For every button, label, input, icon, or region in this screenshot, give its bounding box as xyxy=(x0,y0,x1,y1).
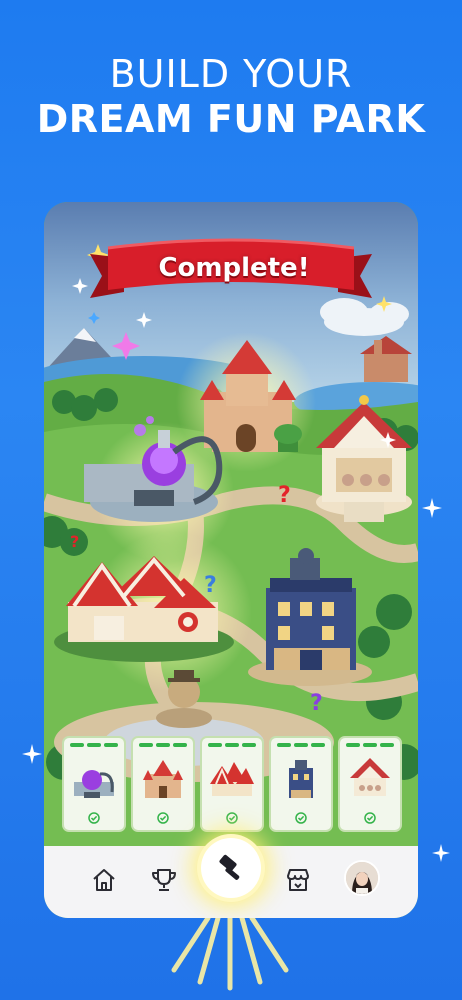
svg-text:?: ? xyxy=(70,532,79,551)
attraction-card-lab[interactable] xyxy=(62,736,126,832)
sparkle-icon xyxy=(422,498,442,518)
phone-screen: ? ? ? ? Complete! xyxy=(44,202,418,918)
build-tab-active[interactable] xyxy=(201,838,261,898)
bottom-nav xyxy=(44,838,418,918)
sparkle-icon xyxy=(22,744,42,764)
complete-banner: Complete! xyxy=(84,242,384,322)
home-icon[interactable] xyxy=(88,864,120,896)
hammer-icon xyxy=(219,854,240,880)
trophy-icon[interactable] xyxy=(148,864,180,896)
glow-rays xyxy=(171,918,289,991)
progress-bars xyxy=(208,743,256,747)
progress-bars xyxy=(346,743,394,747)
sparkle-icon xyxy=(432,844,450,862)
check-icon xyxy=(88,812,100,824)
progress-bars xyxy=(139,743,187,747)
attraction-card-circus[interactable] xyxy=(200,736,264,832)
headline-line-1: BUILD YOUR xyxy=(109,52,353,96)
progress-bars xyxy=(70,743,118,747)
attraction-card-hotel[interactable] xyxy=(269,736,333,832)
check-icon xyxy=(157,812,169,824)
progress-bars xyxy=(277,743,325,747)
svg-text:?: ? xyxy=(278,483,291,508)
check-icon xyxy=(226,812,238,824)
shop-icon[interactable] xyxy=(282,864,314,896)
attraction-tray xyxy=(44,736,418,840)
headline-line-2: DREAM FUN PARK xyxy=(36,97,426,141)
avatar[interactable] xyxy=(344,860,380,896)
attraction-card-carousel[interactable] xyxy=(338,736,402,832)
castle-thumbnail xyxy=(143,760,183,798)
headline: BUILD YOUR DREAM FUN PARK xyxy=(0,52,462,142)
hotel-thumbnail xyxy=(289,760,313,798)
circus-thumbnail xyxy=(210,762,254,796)
complete-banner-text: Complete! xyxy=(158,253,310,283)
carousel-thumbnail xyxy=(350,758,390,796)
check-icon xyxy=(364,812,376,824)
attraction-card-castle[interactable] xyxy=(131,736,195,832)
svg-text:?: ? xyxy=(204,573,217,598)
check-icon xyxy=(295,812,307,824)
svg-text:?: ? xyxy=(310,691,323,716)
lab-thumbnail xyxy=(74,770,114,798)
profile-photo xyxy=(346,862,378,894)
